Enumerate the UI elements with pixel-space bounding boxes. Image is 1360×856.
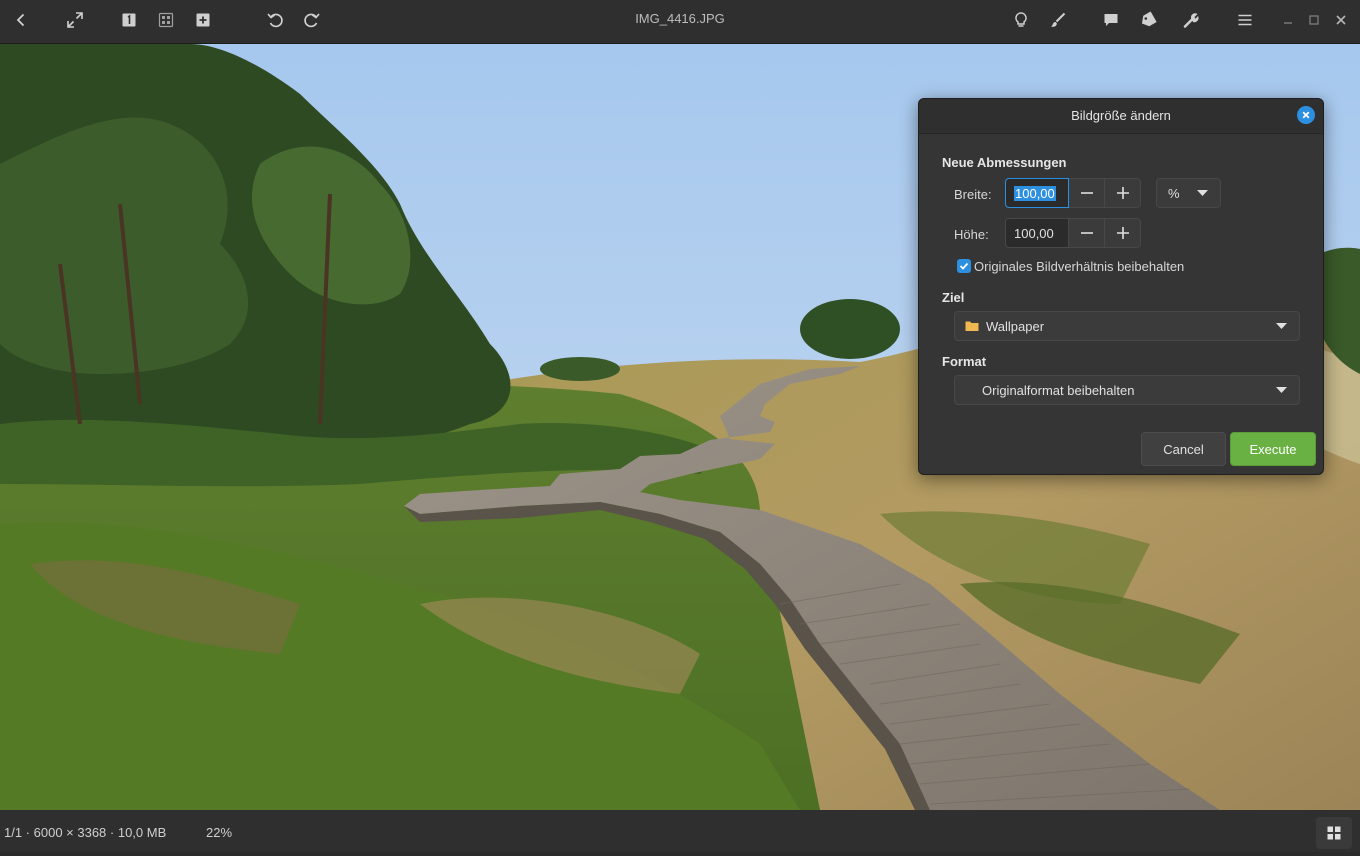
- minus-icon: [1080, 192, 1093, 194]
- format-select[interactable]: Originalformat beibehalten: [954, 375, 1300, 405]
- image-info: 1/1 · 6000 × 3368 · 10,0 MB: [4, 825, 167, 840]
- width-label: Breite:: [954, 187, 992, 202]
- close-icon: [1302, 111, 1310, 119]
- width-decrease-button[interactable]: [1069, 178, 1105, 208]
- lightbulb-icon[interactable]: [1006, 6, 1036, 34]
- plus-icon: [1116, 187, 1129, 199]
- height-decrease-button[interactable]: [1069, 218, 1105, 248]
- folder-icon: [965, 321, 979, 331]
- brush-icon[interactable]: [1043, 6, 1073, 34]
- zoom-level[interactable]: 22%: [206, 810, 232, 856]
- width-increase-button[interactable]: [1105, 178, 1141, 208]
- cancel-button[interactable]: Cancel: [1141, 432, 1226, 466]
- width-value: 100,00: [1014, 185, 1056, 201]
- plus-icon: [1116, 227, 1129, 239]
- keep-ratio-checkbox[interactable]: [957, 259, 971, 273]
- grid-icon: [1327, 826, 1341, 840]
- redo-icon[interactable]: [297, 6, 327, 34]
- unit-value: %: [1168, 185, 1180, 201]
- minimize-icon[interactable]: [1276, 6, 1300, 34]
- grid-view-icon[interactable]: [151, 6, 181, 34]
- chevron-down-icon: [1276, 387, 1287, 393]
- width-input[interactable]: 100,00: [1005, 178, 1069, 208]
- single-view-icon[interactable]: [114, 6, 144, 34]
- target-folder-value: Wallpaper: [986, 318, 1045, 334]
- section-dimensions: Neue Abmessungen: [942, 155, 1067, 170]
- resize-dialog: Bildgröße ändern Neue Abmessungen Breite…: [918, 98, 1324, 475]
- execute-button[interactable]: Execute: [1230, 432, 1316, 466]
- gallery-button[interactable]: [1316, 817, 1352, 849]
- minus-icon: [1080, 232, 1093, 234]
- tag-icon[interactable]: [1133, 6, 1163, 34]
- chevron-down-icon: [1276, 323, 1287, 329]
- header-bar: IMG_4416.JPG: [0, 0, 1360, 44]
- wrench-icon[interactable]: [1176, 6, 1206, 34]
- target-folder-select[interactable]: Wallpaper: [954, 311, 1300, 341]
- section-target: Ziel: [942, 290, 965, 305]
- keep-ratio-label[interactable]: Originales Bildverhältnis beibehalten: [974, 259, 1184, 274]
- menu-icon[interactable]: [1230, 6, 1260, 34]
- dialog-title: Bildgröße ändern: [919, 99, 1323, 134]
- status-bar: 1/1 · 6000 × 3368 · 10,0 MB 22%: [0, 810, 1360, 852]
- height-value: 100,00: [1014, 225, 1054, 241]
- undo-icon[interactable]: [260, 6, 290, 34]
- close-icon[interactable]: [1328, 6, 1354, 34]
- maximize-icon[interactable]: [1302, 6, 1326, 34]
- checkmark-icon: [959, 262, 969, 270]
- unit-select[interactable]: %: [1156, 178, 1221, 208]
- section-format: Format: [942, 354, 987, 369]
- height-label: Höhe:: [954, 227, 989, 242]
- height-input[interactable]: 100,00: [1005, 218, 1069, 248]
- height-increase-button[interactable]: [1105, 218, 1141, 248]
- chevron-down-icon: [1197, 190, 1208, 196]
- format-value: Originalformat beibehalten: [982, 382, 1135, 398]
- back-icon[interactable]: [6, 6, 36, 34]
- add-icon[interactable]: [188, 6, 218, 34]
- dialog-close-button[interactable]: [1297, 106, 1315, 124]
- fullscreen-icon[interactable]: [60, 6, 90, 34]
- comment-icon[interactable]: [1096, 6, 1126, 34]
